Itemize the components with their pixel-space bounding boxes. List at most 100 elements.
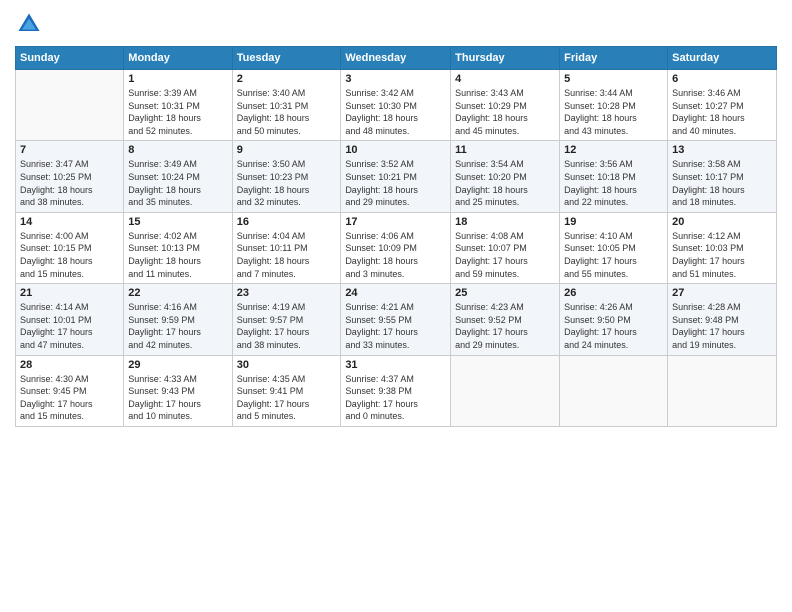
day-number: 11 bbox=[455, 144, 555, 156]
day-number: 29 bbox=[128, 359, 227, 371]
day-number: 31 bbox=[345, 359, 446, 371]
day-info: Sunrise: 3:44 AM Sunset: 10:28 PM Daylig… bbox=[564, 87, 663, 137]
day-info: Sunrise: 3:42 AM Sunset: 10:30 PM Daylig… bbox=[345, 87, 446, 137]
day-info: Sunrise: 4:02 AM Sunset: 10:13 PM Daylig… bbox=[128, 230, 227, 280]
day-info: Sunrise: 4:00 AM Sunset: 10:15 PM Daylig… bbox=[20, 230, 119, 280]
day-info: Sunrise: 4:30 AM Sunset: 9:45 PM Dayligh… bbox=[20, 373, 119, 423]
calendar-cell: 20 Sunrise: 4:12 AM Sunset: 10:03 PM Dayl… bbox=[668, 212, 777, 283]
day-info: Sunrise: 3:52 AM Sunset: 10:21 PM Daylig… bbox=[345, 158, 446, 208]
day-info: Sunrise: 4:26 AM Sunset: 9:50 PM Dayligh… bbox=[564, 301, 663, 351]
day-info: Sunrise: 4:16 AM Sunset: 9:59 PM Dayligh… bbox=[128, 301, 227, 351]
day-info: Sunrise: 4:23 AM Sunset: 9:52 PM Dayligh… bbox=[455, 301, 555, 351]
calendar-cell: 11 Sunrise: 3:54 AM Sunset: 10:20 PM Dayl… bbox=[451, 141, 560, 212]
page: SundayMondayTuesdayWednesdayThursdayFrid… bbox=[0, 0, 792, 612]
day-number: 2 bbox=[237, 73, 337, 85]
day-info: Sunrise: 3:49 AM Sunset: 10:24 PM Daylig… bbox=[128, 158, 227, 208]
calendar-cell bbox=[560, 355, 668, 426]
calendar-cell: 26Sunrise: 4:26 AM Sunset: 9:50 PM Dayli… bbox=[560, 284, 668, 355]
day-info: Sunrise: 4:12 AM Sunset: 10:03 PM Daylig… bbox=[672, 230, 772, 280]
calendar-cell: 8 Sunrise: 3:49 AM Sunset: 10:24 PM Dayli… bbox=[124, 141, 232, 212]
header bbox=[15, 10, 777, 38]
day-info: Sunrise: 4:35 AM Sunset: 9:41 PM Dayligh… bbox=[237, 373, 337, 423]
calendar-cell: 19 Sunrise: 4:10 AM Sunset: 10:05 PM Dayl… bbox=[560, 212, 668, 283]
day-number: 19 bbox=[564, 216, 663, 228]
day-number: 18 bbox=[455, 216, 555, 228]
day-number: 20 bbox=[672, 216, 772, 228]
day-info: Sunrise: 4:28 AM Sunset: 9:48 PM Dayligh… bbox=[672, 301, 772, 351]
day-number: 5 bbox=[564, 73, 663, 85]
calendar-cell bbox=[16, 70, 124, 141]
day-number: 4 bbox=[455, 73, 555, 85]
column-header-tuesday: Tuesday bbox=[232, 47, 341, 70]
calendar-cell: 21 Sunrise: 4:14 AM Sunset: 10:01 PM Dayl… bbox=[16, 284, 124, 355]
day-info: Sunrise: 3:50 AM Sunset: 10:23 PM Daylig… bbox=[237, 158, 337, 208]
day-info: Sunrise: 4:19 AM Sunset: 9:57 PM Dayligh… bbox=[237, 301, 337, 351]
logo-icon bbox=[15, 10, 43, 38]
day-number: 8 bbox=[128, 144, 227, 156]
day-number: 14 bbox=[20, 216, 119, 228]
calendar-cell: 10Sunrise: 3:52 AM Sunset: 10:21 PM Dayl… bbox=[341, 141, 451, 212]
day-number: 1 bbox=[128, 73, 227, 85]
day-number: 9 bbox=[237, 144, 337, 156]
day-info: Sunrise: 3:40 AM Sunset: 10:31 PM Daylig… bbox=[237, 87, 337, 137]
calendar-cell: 18 Sunrise: 4:08 AM Sunset: 10:07 PM Dayl… bbox=[451, 212, 560, 283]
day-number: 27 bbox=[672, 287, 772, 299]
calendar-cell: 27 Sunrise: 4:28 AM Sunset: 9:48 PM Dayli… bbox=[668, 284, 777, 355]
calendar-cell: 30 Sunrise: 4:35 AM Sunset: 9:41 PM Dayli… bbox=[232, 355, 341, 426]
column-header-thursday: Thursday bbox=[451, 47, 560, 70]
calendar-cell bbox=[451, 355, 560, 426]
day-info: Sunrise: 4:21 AM Sunset: 9:55 PM Dayligh… bbox=[345, 301, 446, 351]
week-row-1: 1Sunrise: 3:39 AM Sunset: 10:31 PM Dayli… bbox=[16, 70, 777, 141]
day-info: Sunrise: 4:33 AM Sunset: 9:43 PM Dayligh… bbox=[128, 373, 227, 423]
week-row-4: 21 Sunrise: 4:14 AM Sunset: 10:01 PM Dayl… bbox=[16, 284, 777, 355]
column-header-sunday: Sunday bbox=[16, 47, 124, 70]
calendar-cell: 4 Sunrise: 3:43 AM Sunset: 10:29 PM Dayli… bbox=[451, 70, 560, 141]
day-number: 3 bbox=[345, 73, 446, 85]
calendar-cell: 29 Sunrise: 4:33 AM Sunset: 9:43 PM Dayli… bbox=[124, 355, 232, 426]
day-info: Sunrise: 3:54 AM Sunset: 10:20 PM Daylig… bbox=[455, 158, 555, 208]
day-number: 13 bbox=[672, 144, 772, 156]
calendar-cell: 12 Sunrise: 3:56 AM Sunset: 10:18 PM Dayl… bbox=[560, 141, 668, 212]
day-number: 23 bbox=[237, 287, 337, 299]
calendar-cell: 7 Sunrise: 3:47 AM Sunset: 10:25 PM Dayli… bbox=[16, 141, 124, 212]
week-row-3: 14 Sunrise: 4:00 AM Sunset: 10:15 PM Dayl… bbox=[16, 212, 777, 283]
week-row-2: 7 Sunrise: 3:47 AM Sunset: 10:25 PM Dayli… bbox=[16, 141, 777, 212]
calendar-cell: 9 Sunrise: 3:50 AM Sunset: 10:23 PM Dayli… bbox=[232, 141, 341, 212]
day-info: Sunrise: 4:10 AM Sunset: 10:05 PM Daylig… bbox=[564, 230, 663, 280]
day-number: 28 bbox=[20, 359, 119, 371]
calendar-cell: 22Sunrise: 4:16 AM Sunset: 9:59 PM Dayli… bbox=[124, 284, 232, 355]
day-info: Sunrise: 4:06 AM Sunset: 10:09 PM Daylig… bbox=[345, 230, 446, 280]
calendar-cell: 2 Sunrise: 3:40 AM Sunset: 10:31 PM Dayli… bbox=[232, 70, 341, 141]
calendar-cell: 1Sunrise: 3:39 AM Sunset: 10:31 PM Dayli… bbox=[124, 70, 232, 141]
calendar-cell: 14 Sunrise: 4:00 AM Sunset: 10:15 PM Dayl… bbox=[16, 212, 124, 283]
day-info: Sunrise: 3:58 AM Sunset: 10:17 PM Daylig… bbox=[672, 158, 772, 208]
calendar-cell: 23 Sunrise: 4:19 AM Sunset: 9:57 PM Dayli… bbox=[232, 284, 341, 355]
day-number: 16 bbox=[237, 216, 337, 228]
column-header-saturday: Saturday bbox=[668, 47, 777, 70]
day-number: 12 bbox=[564, 144, 663, 156]
calendar-header-row: SundayMondayTuesdayWednesdayThursdayFrid… bbox=[16, 47, 777, 70]
calendar-cell: 15Sunrise: 4:02 AM Sunset: 10:13 PM Dayl… bbox=[124, 212, 232, 283]
column-header-friday: Friday bbox=[560, 47, 668, 70]
day-number: 6 bbox=[672, 73, 772, 85]
calendar-cell: 5 Sunrise: 3:44 AM Sunset: 10:28 PM Dayli… bbox=[560, 70, 668, 141]
calendar-cell: 25Sunrise: 4:23 AM Sunset: 9:52 PM Dayli… bbox=[451, 284, 560, 355]
day-number: 24 bbox=[345, 287, 446, 299]
calendar-cell: 31Sunrise: 4:37 AM Sunset: 9:38 PM Dayli… bbox=[341, 355, 451, 426]
calendar-table: SundayMondayTuesdayWednesdayThursdayFrid… bbox=[15, 46, 777, 427]
day-info: Sunrise: 3:46 AM Sunset: 10:27 PM Daylig… bbox=[672, 87, 772, 137]
day-info: Sunrise: 3:56 AM Sunset: 10:18 PM Daylig… bbox=[564, 158, 663, 208]
day-info: Sunrise: 4:14 AM Sunset: 10:01 PM Daylig… bbox=[20, 301, 119, 351]
day-info: Sunrise: 3:43 AM Sunset: 10:29 PM Daylig… bbox=[455, 87, 555, 137]
calendar-cell bbox=[668, 355, 777, 426]
week-row-5: 28 Sunrise: 4:30 AM Sunset: 9:45 PM Dayli… bbox=[16, 355, 777, 426]
calendar-cell: 13 Sunrise: 3:58 AM Sunset: 10:17 PM Dayl… bbox=[668, 141, 777, 212]
day-info: Sunrise: 4:08 AM Sunset: 10:07 PM Daylig… bbox=[455, 230, 555, 280]
calendar-cell: 16 Sunrise: 4:04 AM Sunset: 10:11 PM Dayl… bbox=[232, 212, 341, 283]
day-number: 21 bbox=[20, 287, 119, 299]
day-number: 7 bbox=[20, 144, 119, 156]
day-info: Sunrise: 3:47 AM Sunset: 10:25 PM Daylig… bbox=[20, 158, 119, 208]
day-info: Sunrise: 4:04 AM Sunset: 10:11 PM Daylig… bbox=[237, 230, 337, 280]
day-number: 30 bbox=[237, 359, 337, 371]
calendar-cell: 17Sunrise: 4:06 AM Sunset: 10:09 PM Dayl… bbox=[341, 212, 451, 283]
